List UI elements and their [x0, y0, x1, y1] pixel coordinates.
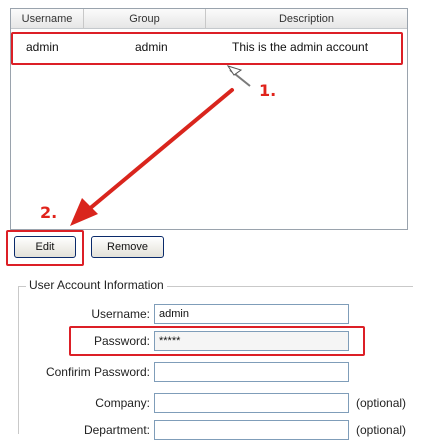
mouse-pointer-icon [226, 65, 251, 87]
red-arrow-icon [70, 88, 234, 226]
company-optional-note: (optional) [356, 396, 407, 410]
department-field[interactable] [154, 420, 349, 440]
edit-button[interactable]: Edit [14, 236, 76, 258]
confirm-password-field[interactable] [154, 362, 349, 382]
step-1-label: 1. [259, 81, 277, 100]
department-optional-note: (optional) [356, 423, 407, 437]
department-label: Department: [83, 423, 150, 437]
step-2-label: 2. [40, 203, 58, 222]
company-field[interactable] [154, 393, 349, 413]
company-label: Company: [95, 396, 150, 410]
username-field[interactable]: admin [154, 304, 349, 324]
fieldset-legend: User Account Information [26, 278, 167, 292]
confirm-password-label: Confirim Password: [45, 365, 150, 379]
password-label: Password: [93, 334, 150, 348]
remove-button[interactable]: Remove [91, 236, 164, 258]
password-field[interactable]: ***** [154, 331, 349, 351]
username-label: Username: [91, 307, 150, 321]
